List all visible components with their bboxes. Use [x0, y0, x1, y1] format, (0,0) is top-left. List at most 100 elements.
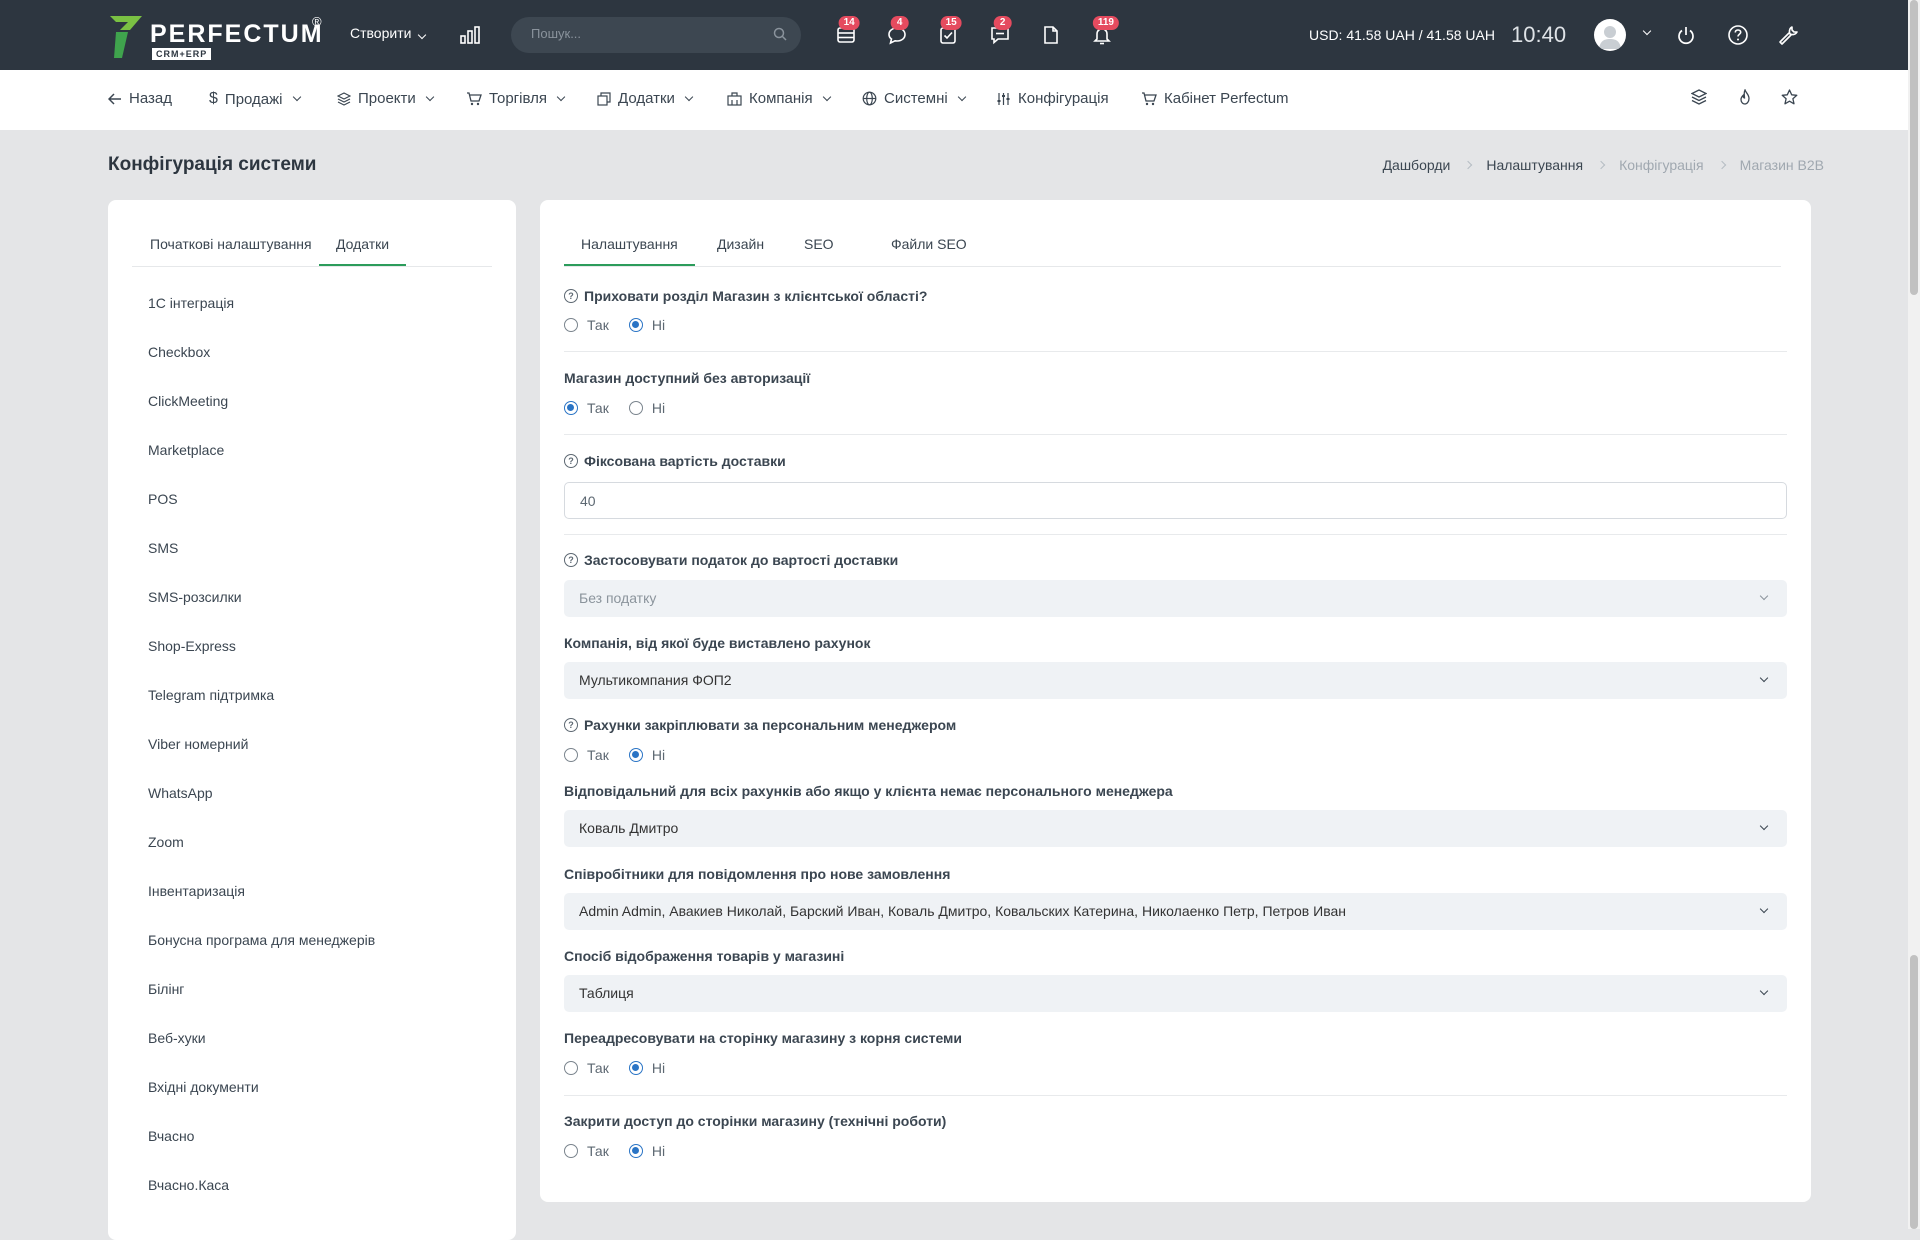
flame-icon[interactable]: [1737, 89, 1753, 105]
radio-no-label[interactable]: Ні: [652, 317, 665, 333]
sidebar-item-vchasno-kasa[interactable]: Вчасно.Каса: [148, 1177, 229, 1193]
field-label-assign-manager: ? Рахунки закріплювати за персональним м…: [564, 717, 956, 733]
responsible-select[interactable]: Коваль Дмитро: [564, 810, 1787, 847]
sidebar-item-webhooks[interactable]: Веб-хуки: [148, 1030, 206, 1046]
sidebar-item-sms[interactable]: SMS: [148, 540, 178, 556]
radio-no-label[interactable]: Ні: [652, 1060, 665, 1076]
tax-delivery-select[interactable]: Без податку: [564, 580, 1787, 617]
logo[interactable]: PERFECTUM ® CRM+ERP: [108, 14, 323, 60]
sidebar-item-sms-mailing[interactable]: SMS-розсилки: [148, 589, 242, 605]
invoice-company-select[interactable]: Мультикомпания ФОП2: [564, 662, 1787, 699]
help-circle-icon[interactable]: ?: [564, 454, 578, 468]
tab-initial-settings[interactable]: Початкові налаштування: [150, 236, 312, 264]
radio-yes-label[interactable]: Так: [587, 400, 609, 416]
checklist-button[interactable]: 15: [938, 16, 962, 45]
radio-no[interactable]: [628, 1061, 643, 1075]
nav-cabinet[interactable]: Кабінет Perfectum: [1141, 90, 1289, 107]
sidebar-item-whatsapp[interactable]: WhatsApp: [148, 785, 213, 801]
radio-yes[interactable]: [564, 318, 578, 332]
sidebar-item-marketplace[interactable]: Marketplace: [148, 442, 224, 458]
fixed-delivery-input[interactable]: 40: [564, 482, 1787, 519]
nav-cabinet-label: Кабінет Perfectum: [1164, 90, 1289, 107]
scrollbar-thumb[interactable]: [1910, 0, 1918, 295]
radio-yes-label[interactable]: Так: [587, 317, 609, 333]
radio-no-label[interactable]: Ні: [652, 747, 665, 763]
logo-text: PERFECTUM: [150, 20, 324, 48]
chat-button[interactable]: 4: [887, 16, 909, 45]
tab-seo[interactable]: SEO: [804, 236, 834, 264]
sidebar-item-checkbox[interactable]: Checkbox: [148, 344, 210, 360]
tab-seo-files[interactable]: Файли SEO: [891, 236, 967, 264]
star-icon[interactable]: [1781, 89, 1798, 105]
avatar[interactable]: [1594, 19, 1626, 51]
radio-yes[interactable]: [564, 1144, 578, 1158]
tasks-table-button[interactable]: 14: [836, 16, 860, 45]
display-mode-select[interactable]: Таблиця: [564, 975, 1787, 1012]
nav-addons[interactable]: Додатки: [597, 90, 694, 107]
documents-button[interactable]: [1041, 25, 1061, 45]
radio-yes-label[interactable]: Так: [587, 1143, 609, 1159]
tab-addons[interactable]: Додатки: [319, 236, 407, 266]
help-circle-icon[interactable]: ?: [564, 718, 578, 732]
user-menu-chevron-icon[interactable]: [1642, 26, 1652, 36]
help-circle-icon[interactable]: ?: [564, 289, 578, 303]
field-label-close-access: Закрити доступ до сторінки магазину (тех…: [564, 1113, 947, 1129]
sidebar-item-telegram[interactable]: Telegram підтримка: [148, 687, 274, 703]
nav-projects[interactable]: Проекти: [337, 90, 435, 107]
nav-back[interactable]: Назад: [108, 90, 172, 107]
sidebar-item-billing[interactable]: Білінг: [148, 981, 184, 997]
breadcrumb-config[interactable]: Конфігурація: [1619, 157, 1704, 173]
scrollbar-thumb-secondary[interactable]: [1910, 955, 1918, 1229]
chevron-down-icon: [957, 92, 966, 101]
search-icon[interactable]: [773, 27, 787, 41]
tab-settings[interactable]: Налаштування: [564, 236, 695, 266]
search-box[interactable]: [511, 17, 801, 53]
tab-design[interactable]: Дизайн: [717, 236, 764, 264]
radio-yes-label[interactable]: Так: [587, 1060, 609, 1076]
select-value: Admin Admin, Авакиев Николай, Барский Ив…: [579, 903, 1346, 919]
nav-config[interactable]: Конфігурація: [996, 90, 1109, 107]
nav-trade[interactable]: Торгівля: [466, 90, 566, 107]
sidebar-item-pos[interactable]: POS: [148, 491, 178, 507]
sidebar-item-incoming-docs[interactable]: Вхідні документи: [148, 1079, 259, 1095]
radio-yes[interactable]: [564, 401, 578, 415]
radio-no-label[interactable]: Ні: [652, 400, 665, 416]
logo-registered: ®: [312, 14, 322, 29]
radio-no[interactable]: [628, 318, 643, 332]
radio-no-label[interactable]: Ні: [652, 1143, 665, 1159]
chevron-right-icon: [1717, 160, 1726, 170]
bar-chart-icon[interactable]: [460, 26, 480, 44]
sidebar-item-zoom[interactable]: Zoom: [148, 834, 184, 850]
help-circle-icon[interactable]: ?: [564, 553, 578, 567]
wrench-icon[interactable]: [1778, 24, 1800, 46]
notify-staff-select[interactable]: Admin Admin, Авакиев Николай, Барский Ив…: [564, 893, 1787, 930]
checklist-badge: 15: [940, 16, 962, 30]
search-input[interactable]: [529, 25, 763, 42]
sidebar-item-1c[interactable]: 1С інтеграція: [148, 295, 234, 311]
sidebar-item-shop-express[interactable]: Shop-Express: [148, 638, 236, 654]
power-icon[interactable]: [1676, 25, 1696, 45]
radio-no[interactable]: [628, 1144, 643, 1158]
settings-tabs: Налаштування Дизайн SEO Файли SEO: [564, 228, 1781, 267]
create-menu-button[interactable]: Створити: [350, 25, 427, 41]
radio-no[interactable]: [628, 748, 643, 762]
breadcrumb-dashboards[interactable]: Дашборди: [1383, 157, 1451, 173]
nav-system[interactable]: Системні: [862, 90, 966, 107]
layers-icon[interactable]: [1691, 89, 1707, 105]
sidebar-item-inventory[interactable]: Інвентаризація: [148, 883, 245, 899]
radio-yes[interactable]: [564, 1061, 578, 1075]
notifications-button[interactable]: 119: [1092, 16, 1119, 45]
sidebar-item-clickmeeting[interactable]: ClickMeeting: [148, 393, 228, 409]
help-icon[interactable]: [1727, 24, 1749, 46]
page-scrollbar[interactable]: [1908, 0, 1920, 1229]
sidebar-item-vchasno[interactable]: Вчасно: [148, 1128, 194, 1144]
nav-sales[interactable]: $ Продажі: [209, 90, 301, 108]
sidebar-item-viber[interactable]: Viber номерний: [148, 736, 248, 752]
radio-yes[interactable]: [564, 748, 578, 762]
sidebar-item-bonus[interactable]: Бонусна програма для менеджерів: [148, 932, 375, 948]
radio-no[interactable]: [628, 401, 643, 415]
radio-yes-label[interactable]: Так: [587, 747, 609, 763]
nav-company[interactable]: Компанія: [727, 90, 831, 107]
breadcrumb-settings[interactable]: Налаштування: [1486, 157, 1583, 173]
messages-button[interactable]: 2: [990, 16, 1012, 45]
